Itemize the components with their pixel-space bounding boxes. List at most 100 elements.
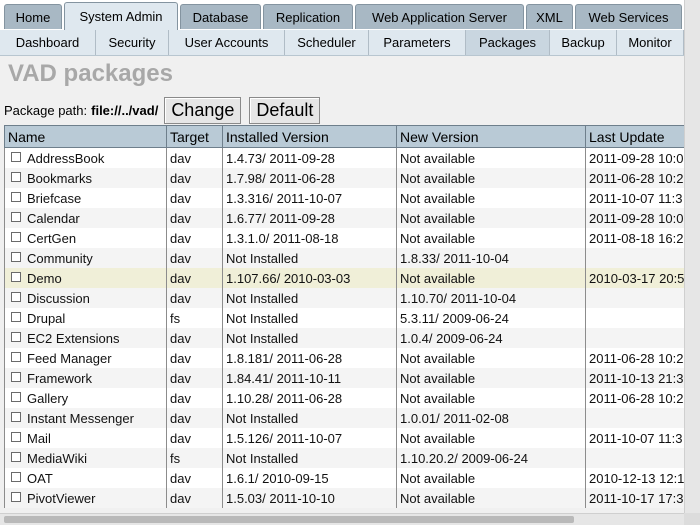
package-name: Community bbox=[27, 250, 93, 266]
tab-scheduler[interactable]: Scheduler bbox=[285, 30, 369, 55]
tab-parameters[interactable]: Parameters bbox=[369, 30, 466, 55]
installed-version-cell: 1.5.126/ 2011-10-07 bbox=[222, 428, 397, 448]
package-target-cell: dav bbox=[166, 328, 223, 348]
new-version-cell: Not available bbox=[396, 168, 586, 188]
package-select-checkbox[interactable] bbox=[11, 351, 21, 362]
change-button[interactable]: Change bbox=[164, 96, 242, 124]
last-update-cell bbox=[585, 248, 684, 268]
installed-version-cell: 1.6.77/ 2011-09-28 bbox=[222, 208, 397, 228]
package-name-cell: PivotViewer bbox=[4, 488, 167, 508]
tab-user-accounts[interactable]: User Accounts bbox=[169, 30, 285, 55]
package-name-cell: Community bbox=[4, 248, 167, 268]
last-update-cell: 2010-12-13 12:1 bbox=[585, 468, 684, 488]
tab-backup[interactable]: Backup bbox=[550, 30, 617, 55]
last-update-cell: 2010-03-17 20:5 bbox=[585, 268, 684, 288]
package-target-cell: dav bbox=[166, 408, 223, 428]
new-version-cell: 1.10.20.2/ 2009-06-24 bbox=[396, 448, 586, 468]
column-header-installed-version[interactable]: Installed Version bbox=[222, 125, 397, 148]
package-name-cell: Mail bbox=[4, 428, 167, 448]
package-select-checkbox[interactable] bbox=[11, 291, 21, 302]
installed-version-cell: 1.8.181/ 2011-06-28 bbox=[222, 348, 397, 368]
tab-home[interactable]: Home bbox=[4, 4, 62, 29]
package-target-cell: dav bbox=[166, 288, 223, 308]
package-name: Instant Messenger bbox=[27, 410, 134, 426]
column-header-target[interactable]: Target bbox=[166, 125, 223, 148]
default-button[interactable]: Default bbox=[249, 96, 321, 124]
package-name: Demo bbox=[27, 270, 62, 286]
last-update-cell: 2011-09-28 10:0 bbox=[585, 147, 684, 168]
package-name-cell: Demo bbox=[4, 268, 167, 288]
installed-version-cell: 1.4.73/ 2011-09-28 bbox=[222, 147, 397, 168]
package-select-checkbox[interactable] bbox=[11, 371, 21, 382]
package-name: Gallery bbox=[27, 390, 69, 406]
package-name-cell: Briefcase bbox=[4, 188, 167, 208]
new-version-cell: Not available bbox=[396, 147, 586, 168]
tab-web-application-server[interactable]: Web Application Server bbox=[355, 4, 524, 29]
package-select-checkbox[interactable] bbox=[11, 491, 21, 502]
package-select-checkbox[interactable] bbox=[11, 311, 21, 322]
table-row: Demo dav 1.107.66/ 2010-03-03 Not available… bbox=[4, 268, 684, 288]
tab-packages[interactable]: Packages bbox=[466, 30, 550, 55]
tab-dashboard[interactable]: Dashboard bbox=[0, 30, 96, 55]
tab-web-services[interactable]: Web Services bbox=[575, 4, 682, 29]
new-version-cell: Not available bbox=[396, 208, 586, 228]
package-target-cell: dav bbox=[166, 268, 223, 288]
package-select-checkbox[interactable] bbox=[11, 471, 21, 482]
package-select-checkbox[interactable] bbox=[11, 411, 21, 422]
column-header-new-version[interactable]: New Version bbox=[396, 125, 586, 148]
package-name: Drupal bbox=[27, 310, 66, 326]
last-update-cell bbox=[585, 408, 684, 428]
package-select-checkbox[interactable] bbox=[11, 231, 21, 242]
package-select-checkbox[interactable] bbox=[11, 151, 21, 162]
new-version-cell: Not available bbox=[396, 228, 586, 248]
package-select-checkbox[interactable] bbox=[11, 451, 21, 462]
package-select-checkbox[interactable] bbox=[11, 391, 21, 402]
package-select-checkbox[interactable] bbox=[11, 431, 21, 442]
package-name: EC2 Extensions bbox=[27, 330, 120, 346]
package-name-cell: Gallery bbox=[4, 388, 167, 408]
column-header-name[interactable]: Name bbox=[4, 125, 167, 148]
installed-version-cell: 1.84.41/ 2011-10-11 bbox=[222, 368, 397, 388]
package-select-checkbox[interactable] bbox=[11, 331, 21, 342]
last-update-cell: 2011-10-07 11:3 bbox=[585, 188, 684, 208]
tab-replication[interactable]: Replication bbox=[263, 4, 353, 29]
tab-database[interactable]: Database bbox=[180, 4, 261, 29]
table-row: MediaWiki fs Not Installed 1.10.20.2/ 2009-… bbox=[4, 448, 684, 468]
horizontal-scrollbar-thumb[interactable] bbox=[4, 516, 574, 523]
tab-system-admin[interactable]: System Admin bbox=[64, 2, 178, 30]
column-header-last-update[interactable]: Last Update bbox=[585, 125, 684, 148]
package-select-checkbox[interactable] bbox=[11, 171, 21, 182]
new-version-cell: Not available bbox=[396, 188, 586, 208]
package-name-cell: Drupal bbox=[4, 308, 167, 328]
package-name-cell: MediaWiki bbox=[4, 448, 167, 468]
package-select-checkbox[interactable] bbox=[11, 211, 21, 222]
tab-monitor[interactable]: Monitor bbox=[617, 30, 684, 55]
last-update-cell bbox=[585, 288, 684, 308]
package-select-checkbox[interactable] bbox=[11, 191, 21, 202]
table-row: Bookmarks dav 1.7.98/ 2011-06-28 Not availa… bbox=[4, 168, 684, 188]
package-target-cell: dav bbox=[166, 348, 223, 368]
package-target-cell: dav bbox=[166, 147, 223, 168]
package-name: AddressBook bbox=[27, 150, 105, 166]
package-name-cell: Feed Manager bbox=[4, 348, 167, 368]
package-name-cell: Framework bbox=[4, 368, 167, 388]
tab-security[interactable]: Security bbox=[96, 30, 169, 55]
package-target-cell: fs bbox=[166, 308, 223, 328]
scrollbar-corner bbox=[684, 513, 700, 525]
package-target-cell: dav bbox=[166, 428, 223, 448]
table-row: Framework dav 1.84.41/ 2011-10-11 Not avail… bbox=[4, 368, 684, 388]
package-target-cell: dav bbox=[166, 208, 223, 228]
tab-xml[interactable]: XML bbox=[526, 4, 573, 29]
package-select-checkbox[interactable] bbox=[11, 251, 21, 262]
table-row: Mail dav 1.5.126/ 2011-10-07 Not available 2… bbox=[4, 428, 684, 448]
horizontal-scrollbar[interactable] bbox=[0, 513, 684, 525]
last-update-cell bbox=[585, 328, 684, 348]
package-select-checkbox[interactable] bbox=[11, 271, 21, 282]
package-name-cell: Instant Messenger bbox=[4, 408, 167, 428]
package-name: Calendar bbox=[27, 210, 80, 226]
package-name-cell: OAT bbox=[4, 468, 167, 488]
package-path-value: file://../vad/ bbox=[91, 102, 159, 118]
package-target-cell: dav bbox=[166, 168, 223, 188]
installed-version-cell: Not Installed bbox=[222, 248, 397, 268]
vertical-scrollbar[interactable] bbox=[684, 0, 700, 513]
